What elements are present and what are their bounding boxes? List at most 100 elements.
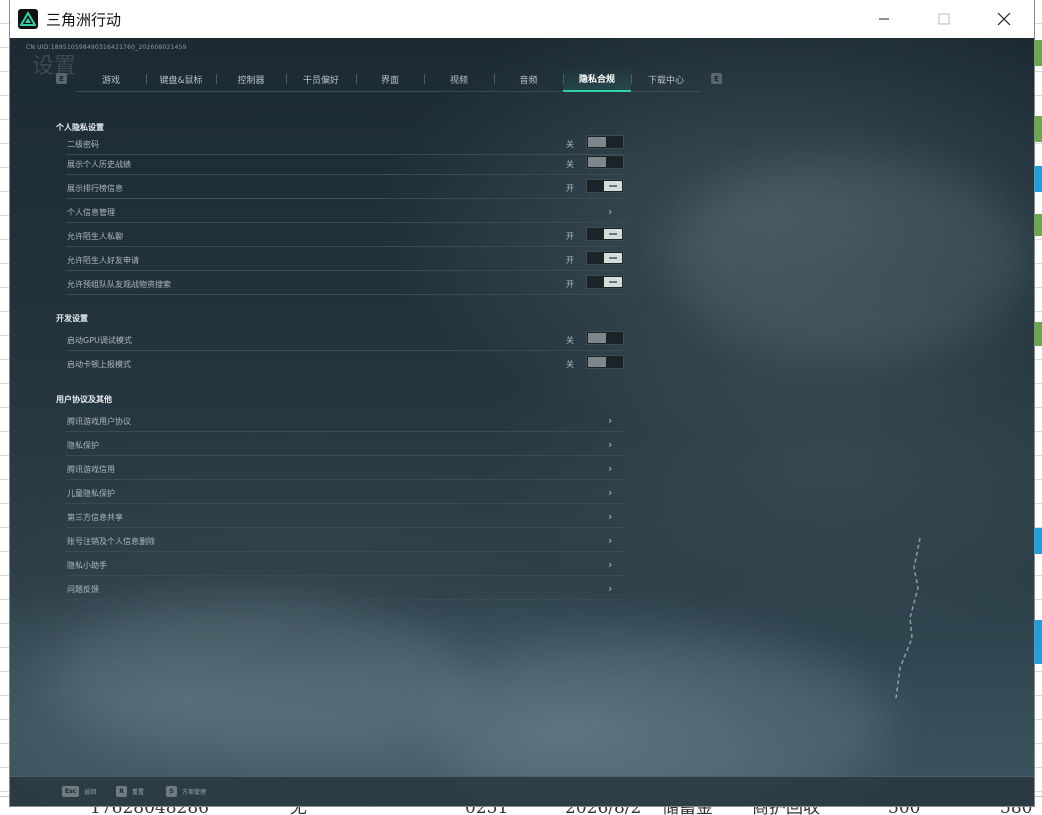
chevron-right-icon: › bbox=[608, 462, 613, 475]
link-label: 腾讯游戏用户协议 bbox=[67, 417, 131, 426]
toggle-switch[interactable] bbox=[586, 275, 624, 289]
toggle-state-text: 开 bbox=[566, 184, 574, 193]
fog-decoration bbox=[50, 598, 470, 758]
toggle-switch[interactable] bbox=[586, 331, 624, 345]
sheet-green-cell bbox=[1034, 116, 1042, 142]
chevron-right-icon: › bbox=[608, 534, 613, 547]
back-hint[interactable]: Esc 返回 bbox=[62, 786, 96, 797]
link-row-user-agreement[interactable]: 腾讯游戏用户协议 › bbox=[66, 408, 626, 432]
screen-heading: 设置 bbox=[32, 54, 77, 79]
esc-key-icon: Esc bbox=[62, 786, 80, 797]
toggle-knob bbox=[604, 277, 622, 287]
link-row-third-party-sharing[interactable]: 第三方信息共享 › bbox=[66, 504, 626, 528]
link-row-privacy-protection[interactable]: 隐私保护 › bbox=[66, 432, 626, 456]
footer-hint-bar: Esc 返回 R 重置 S 方案管理 bbox=[10, 776, 1034, 806]
settings-tabs: 游戏 键盘&鼠标 控制器 干员偏好 界面 视频 音频 隐私合规 下载中心 bbox=[76, 66, 701, 92]
sheet-green-cell bbox=[1034, 40, 1042, 66]
setting-label: 展示排行榜信息 bbox=[67, 184, 123, 193]
hint-label: 返回 bbox=[84, 789, 97, 796]
toggle-switch[interactable] bbox=[586, 179, 624, 193]
hint-label: 方案管理 bbox=[182, 789, 207, 796]
tab-game[interactable]: 游戏 bbox=[76, 66, 146, 92]
sheet-blue-cell bbox=[1034, 166, 1042, 192]
setting-row-show-leaderboard[interactable]: 展示排行榜信息 开 bbox=[66, 175, 626, 199]
prev-tab-key-icon[interactable]: E bbox=[56, 73, 67, 84]
close-icon bbox=[997, 12, 1011, 26]
minimize-button[interactable] bbox=[856, 0, 912, 38]
toggle-switch[interactable] bbox=[586, 251, 624, 265]
link-row-privacy-assistant[interactable]: 隐私小助手 › bbox=[66, 552, 626, 576]
tab-download-center[interactable]: 下载中心 bbox=[631, 66, 701, 92]
tab-video[interactable]: 视频 bbox=[424, 66, 494, 92]
link-label: 儿童隐私保护 bbox=[67, 489, 115, 498]
tab-privacy-compliance[interactable]: 隐私合规 bbox=[563, 66, 631, 92]
section-title-dev: 开发设置 bbox=[56, 314, 88, 323]
tab-interface[interactable]: 界面 bbox=[356, 66, 424, 92]
toggle-knob bbox=[588, 157, 606, 167]
scheme-hint[interactable]: S 方案管理 bbox=[166, 786, 206, 797]
toggle-state-text: 关 bbox=[566, 160, 574, 169]
toggle-switch[interactable] bbox=[586, 355, 624, 369]
setting-row-personal-info[interactable]: 个人信息管理 › bbox=[66, 199, 626, 223]
reset-hint[interactable]: R 重置 bbox=[116, 786, 144, 797]
chevron-right-icon: › bbox=[608, 582, 613, 595]
close-button[interactable] bbox=[976, 0, 1032, 38]
toggle-knob bbox=[588, 137, 606, 147]
s-key-icon: S bbox=[166, 786, 177, 797]
setting-row-stutter-report[interactable]: 启动卡顿上报模式 关 bbox=[66, 351, 626, 375]
setting-label: 展示个人历史战绩 bbox=[67, 160, 131, 169]
chevron-right-icon: › bbox=[608, 558, 613, 571]
link-label: 隐私保护 bbox=[67, 441, 99, 450]
r-key-icon: R bbox=[116, 786, 127, 797]
tab-controller[interactable]: 控制器 bbox=[216, 66, 286, 92]
link-label: 隐私小助手 bbox=[67, 561, 107, 570]
toggle-state-text: 开 bbox=[566, 232, 574, 241]
toggle-state-text: 开 bbox=[566, 280, 574, 289]
setting-label: 启动卡顿上报模式 bbox=[67, 360, 131, 369]
toggle-knob bbox=[588, 357, 606, 367]
toggle-switch[interactable] bbox=[586, 135, 624, 149]
setting-label: 二级密码 bbox=[67, 140, 99, 149]
setting-row-teammate-spectate[interactable]: 允许预组队队友观战物资搜索 开 bbox=[66, 271, 626, 295]
maximize-icon bbox=[938, 13, 950, 25]
link-label: 第三方信息共享 bbox=[67, 513, 123, 522]
sheet-blue-cell bbox=[1034, 528, 1042, 554]
toggle-switch[interactable] bbox=[586, 227, 624, 241]
settings-screen: 设置 CN UID:1895105984903164217​60_2026080… bbox=[10, 38, 1034, 806]
link-row-feedback[interactable]: 问题反馈 › bbox=[66, 576, 626, 600]
toggle-state-text: 开 bbox=[566, 256, 574, 265]
setting-row-gpu-debug[interactable]: 启动GPU调试模式 关 bbox=[66, 327, 626, 351]
toggle-switch[interactable] bbox=[586, 155, 624, 169]
setting-row-stranger-chat[interactable]: 允许陌生人私聊 开 bbox=[66, 223, 626, 247]
tab-audio[interactable]: 音频 bbox=[494, 66, 563, 92]
link-row-account-deletion[interactable]: 账号注销及个人信息删除 › bbox=[66, 528, 626, 552]
title-bar[interactable]: 三角洲行动 bbox=[10, 0, 1034, 38]
link-row-child-privacy[interactable]: 儿童隐私保护 › bbox=[66, 480, 626, 504]
setting-row-stranger-friend[interactable]: 允许陌生人好友申请 开 bbox=[66, 247, 626, 271]
fog-decoration bbox=[670, 158, 1030, 358]
link-row-game-credit[interactable]: 腾讯游戏信用 › bbox=[66, 456, 626, 480]
app-logo-icon bbox=[18, 9, 38, 29]
sheet-green-cell bbox=[1034, 214, 1042, 236]
tab-operator-preference[interactable]: 干员偏好 bbox=[286, 66, 356, 92]
setting-label: 个人信息管理 bbox=[67, 208, 115, 217]
toggle-knob bbox=[604, 229, 622, 239]
setting-label: 允许陌生人好友申请 bbox=[67, 256, 139, 265]
setting-label: 允许预组队队友观战物资搜索 bbox=[67, 280, 171, 289]
chevron-right-icon: › bbox=[608, 510, 613, 523]
setting-row-show-history[interactable]: 展示个人历史战绩 关 bbox=[66, 151, 626, 175]
tab-keyboard-mouse[interactable]: 键盘&鼠标 bbox=[146, 66, 216, 92]
link-label: 账号注销及个人信息删除 bbox=[67, 537, 155, 546]
toggle-knob bbox=[604, 181, 622, 191]
window-title: 三角洲行动 bbox=[46, 10, 122, 29]
chevron-right-icon: › bbox=[608, 438, 613, 451]
hint-label: 重置 bbox=[132, 789, 145, 796]
minimize-icon bbox=[879, 18, 889, 20]
chevron-right-icon: › bbox=[608, 486, 613, 499]
section-title-agreements: 用户协议及其他 bbox=[56, 395, 112, 404]
uid-label: CN UID:1895105984903164217​60_2026080214… bbox=[26, 44, 187, 51]
next-tab-key-icon[interactable]: E bbox=[711, 73, 722, 84]
maximize-button[interactable] bbox=[916, 0, 972, 38]
setting-label: 允许陌生人私聊 bbox=[67, 232, 123, 241]
toggle-state-text: 关 bbox=[566, 336, 574, 345]
